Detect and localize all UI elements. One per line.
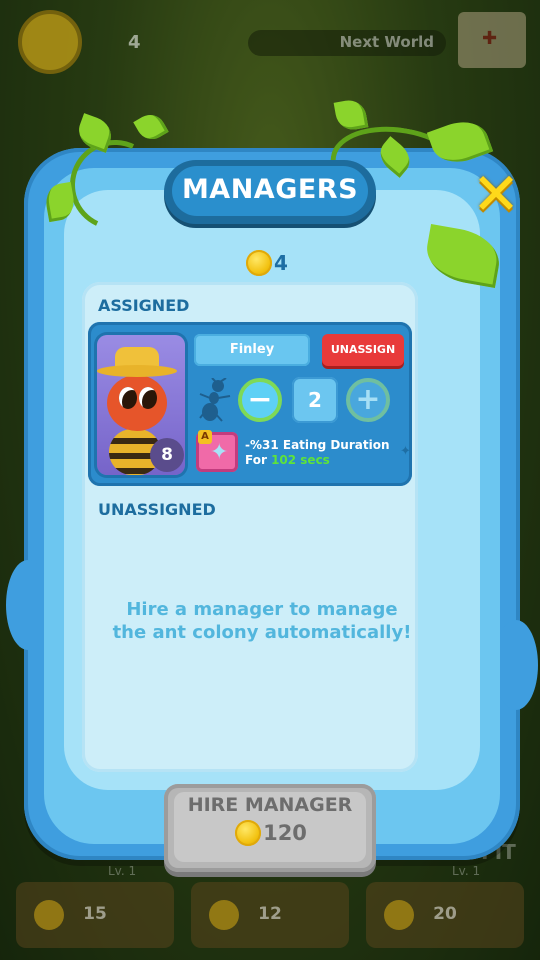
unassign-button[interactable]: UNASSIGN: [322, 334, 404, 366]
crown-coin-icon: [235, 820, 262, 846]
middle-price: 12: [258, 904, 282, 924]
minus-button[interactable]: −: [238, 378, 282, 422]
coin-balance-value: 4: [274, 251, 288, 275]
unassigned-heading: UNASSIGNED: [98, 500, 216, 519]
splash-decoration: [494, 620, 538, 710]
hat-brim: [97, 365, 177, 377]
ant-silhouette-icon: [199, 378, 231, 422]
world-label: Next World: [339, 33, 434, 51]
skill-duration-line: For 102 secs: [245, 453, 390, 468]
ant-eye: [139, 387, 157, 409]
hire-manager-label[interactable]: HIRE MANAGER: [164, 794, 376, 816]
dialog-title: MANAGERS: [181, 174, 359, 205]
hire-price-value: 120: [263, 821, 307, 845]
skill-duration: 102 secs: [271, 453, 330, 467]
ant-head: [107, 375, 167, 431]
wrench-icon: ✦: [210, 440, 229, 465]
speed-upgrade-card: 15: [16, 882, 174, 948]
profit-price: 20: [433, 904, 457, 924]
plus-button[interactable]: +: [346, 378, 390, 422]
empty-state-message: Hire a manager to manage the ant colony …: [112, 599, 412, 643]
speed-level: Lv. 1: [108, 864, 137, 878]
speed-price: 15: [83, 904, 107, 924]
hud-count: 4: [128, 32, 141, 53]
profit-level: Lv. 1: [452, 864, 481, 878]
profit-upgrade-card: 20: [366, 882, 524, 948]
skill-effect: -%31 Eating Duration: [245, 438, 390, 452]
world-progress-bar: Next World: [248, 30, 446, 56]
manager-name: Finley: [194, 334, 310, 366]
close-icon[interactable]: ✕: [470, 165, 522, 223]
manager-level-badge: 8: [150, 438, 184, 472]
hud-coin-icon: [18, 10, 82, 74]
middle-upgrade-card: 12: [191, 882, 349, 948]
skill-description: -%31 Eating Duration For 102 secs: [245, 438, 390, 468]
coin-balance: 4: [246, 250, 288, 276]
ring-icon: ✦: [400, 444, 411, 459]
crown-coin-icon: [246, 250, 272, 276]
ant-eye: [119, 387, 137, 409]
map-icon: [458, 12, 526, 68]
assigned-ants-count: 2: [292, 377, 338, 423]
hire-price[interactable]: 120: [164, 820, 376, 846]
skill-for: For: [245, 453, 267, 467]
assigned-heading: ASSIGNED: [98, 296, 190, 315]
